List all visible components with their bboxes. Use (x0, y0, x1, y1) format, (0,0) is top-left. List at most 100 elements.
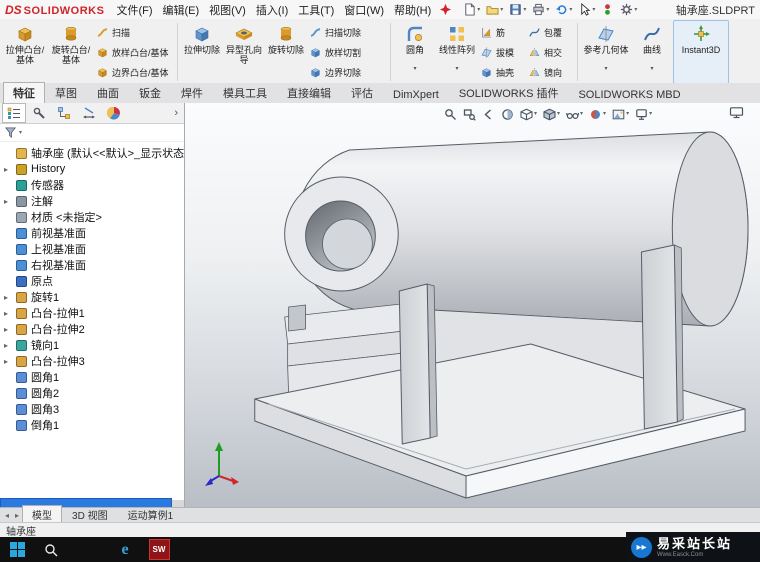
reference-geometry-button[interactable]: 参考几何体▾ (581, 20, 631, 84)
tree-item[interactable]: ▸ 传感器 (0, 177, 184, 193)
zoom-fit-icon[interactable] (443, 106, 458, 122)
apply-scene-icon[interactable]: ▾ (611, 106, 630, 122)
open-icon[interactable]: ▾ (484, 2, 505, 18)
tree-item[interactable]: ▸ 凸台-拉伸2 (0, 321, 184, 337)
extruded-boss-button[interactable]: 拉伸凸台/基体 (2, 20, 48, 84)
swept-cut-button[interactable]: 扫描切除 (309, 24, 385, 40)
mirror-button[interactable]: 镜向 (528, 64, 572, 80)
edge-icon[interactable]: e (108, 537, 142, 562)
menu-item[interactable]: 文件(F) (111, 2, 157, 18)
zoom-area-icon[interactable] (462, 106, 477, 122)
menu-item[interactable]: 窗口(W) (339, 2, 389, 18)
expand-arrow-icon[interactable]: ▸ (4, 309, 12, 318)
draft-button[interactable]: 拔模 (480, 44, 524, 60)
tab-scroll-left-icon[interactable]: ◂ (2, 511, 12, 520)
commandmanager-tab[interactable]: 草图 (45, 82, 87, 103)
fullscreen-icon[interactable] (729, 106, 744, 119)
instant3d-button[interactable]: Instant3D (673, 20, 729, 84)
bottom-tab[interactable]: 运动算例1 (118, 505, 184, 523)
tree-item[interactable]: ▸ 轴承座 (默认<<默认>_显示状态 1>) (0, 145, 184, 161)
save-icon[interactable]: ▾ (507, 2, 528, 18)
tree-item[interactable]: ▸ 右视基准面 (0, 257, 184, 273)
undo-icon[interactable]: ▾ (553, 2, 574, 18)
select-icon[interactable]: ▾ (576, 2, 597, 18)
tree-item[interactable]: ▸ 旋转1 (0, 289, 184, 305)
bottom-tab[interactable]: 3D 视图 (62, 505, 118, 523)
propertymanager-tab-icon[interactable] (27, 103, 51, 123)
tree-item[interactable]: ▸ History (0, 161, 184, 177)
new-document-icon[interactable]: ▾ (461, 2, 482, 18)
hide-show-items-icon[interactable]: ▾ (565, 106, 584, 122)
options-icon[interactable]: ▾ (618, 2, 639, 18)
view-settings-icon[interactable]: ▾ (634, 106, 653, 122)
commandmanager-tab[interactable]: 直接编辑 (277, 82, 341, 103)
featuremanager-tab-icon[interactable] (2, 103, 26, 123)
filter-icon[interactable] (4, 126, 17, 139)
tree-item[interactable]: ▸ 前视基准面 (0, 225, 184, 241)
flyout-expand-icon[interactable]: › (170, 107, 182, 119)
menu-item[interactable]: 插入(I) (251, 2, 293, 18)
pin-icon[interactable] (437, 2, 454, 18)
dimxpertmanager-tab-icon[interactable] (77, 103, 101, 123)
filter-caret-icon[interactable]: ▾ (19, 130, 22, 136)
expand-arrow-icon[interactable]: ▸ (4, 357, 12, 366)
tree-item[interactable]: ▸ 材质 <未指定> (0, 209, 184, 225)
commandmanager-tab[interactable]: 特征 (3, 82, 45, 103)
commandmanager-tab[interactable]: SOLIDWORKS MBD (568, 86, 690, 103)
revolved-boss-button[interactable]: 旋转凸台/基体 (48, 20, 94, 84)
edit-appearance-icon[interactable]: ▾ (588, 106, 607, 122)
tree-item[interactable]: ▸ 镜向1 (0, 337, 184, 353)
tree-item[interactable]: ▸ 上视基准面 (0, 241, 184, 257)
commandmanager-tab[interactable]: 焊件 (171, 82, 213, 103)
search-icon[interactable] (34, 537, 68, 562)
intersect-button[interactable]: 相交 (528, 44, 572, 60)
bottom-tab[interactable]: 模型 (22, 505, 62, 523)
start-icon[interactable] (0, 537, 34, 562)
expand-arrow-icon[interactable]: ▸ (4, 341, 12, 350)
commandmanager-tab[interactable]: 曲面 (87, 82, 129, 103)
expand-arrow-icon[interactable]: ▸ (4, 293, 12, 302)
display-style-icon[interactable]: ▾ (542, 106, 561, 122)
linear-pattern-button[interactable]: 线性阵列▾ (436, 20, 478, 84)
commandmanager-tab[interactable]: 钣金 (129, 82, 171, 103)
lofted-boss-button[interactable]: 放样凸台/基体 (96, 44, 172, 60)
boundary-boss-button[interactable]: 边界凸台/基体 (96, 64, 172, 80)
tree-item[interactable]: ▸ 原点 (0, 273, 184, 289)
configurationmanager-tab-icon[interactable] (52, 103, 76, 123)
tree-item[interactable]: ▸ 圆角3 (0, 401, 184, 417)
tree-item[interactable]: ▸ 注解 (0, 193, 184, 209)
fillet-button[interactable]: 圆角▾ (394, 20, 436, 84)
tree-item[interactable]: ▸ 圆角1 (0, 369, 184, 385)
expand-arrow-icon[interactable]: ▸ (4, 165, 12, 174)
section-view-icon[interactable] (500, 106, 515, 122)
hole-wizard-button[interactable]: 异型孔向导 (223, 20, 265, 84)
menu-item[interactable]: 视图(V) (204, 2, 251, 18)
tab-scroll-right-icon[interactable]: ▸ (12, 511, 22, 520)
commandmanager-tab[interactable]: DimXpert (383, 86, 449, 103)
menu-item[interactable]: 工具(T) (293, 2, 339, 18)
swept-boss-button[interactable]: 扫描 (96, 24, 172, 40)
tree-item[interactable]: ▸ 凸台-拉伸3 (0, 353, 184, 369)
curves-button[interactable]: 曲线▾ (631, 20, 673, 84)
lofted-cut-button[interactable]: 放样切割 (309, 44, 385, 60)
revolved-cut-button[interactable]: 旋转切除 (265, 20, 307, 84)
rib-button[interactable]: 筋 (480, 24, 524, 40)
wrap-button[interactable]: 包覆 (528, 24, 572, 40)
shell-button[interactable]: 抽壳 (480, 64, 524, 80)
print-icon[interactable]: ▾ (530, 2, 551, 18)
extruded-cut-button[interactable]: 拉伸切除 (181, 20, 223, 84)
tree-item[interactable]: ▸ 凸台-拉伸1 (0, 305, 184, 321)
viewport-canvas[interactable]: ▾ ▾ ▾ ▾ ▾ ▾ (185, 103, 760, 508)
expand-arrow-icon[interactable]: ▸ (4, 325, 12, 334)
tree-item[interactable]: ▸ 倒角1 (0, 417, 184, 433)
commandmanager-tab[interactable]: 模具工具 (213, 82, 277, 103)
view-orientation-icon[interactable]: ▾ (519, 106, 538, 122)
displaymanager-tab-icon[interactable] (102, 103, 126, 123)
rebuild-icon[interactable] (599, 2, 616, 18)
commandmanager-tab[interactable]: SOLIDWORKS 插件 (449, 82, 569, 103)
menu-item[interactable]: 帮助(H) (389, 2, 436, 18)
tree-item[interactable]: ▸ 圆角2 (0, 385, 184, 401)
expand-arrow-icon[interactable]: ▸ (4, 197, 12, 206)
previous-view-icon[interactable] (481, 106, 496, 122)
menu-item[interactable]: 编辑(E) (158, 2, 205, 18)
